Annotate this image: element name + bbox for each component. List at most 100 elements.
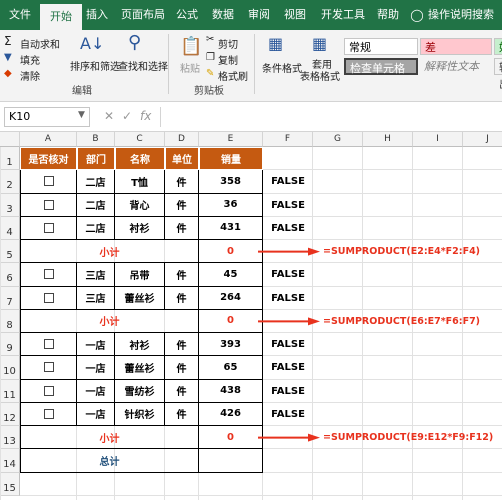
checkbox-cell[interactable]	[20, 286, 77, 310]
column-header[interactable]: J	[463, 132, 502, 147]
flag-cell: FALSE	[271, 199, 305, 211]
table-header-cell: 销量	[199, 147, 263, 171]
style-normal[interactable]: 常规	[344, 38, 418, 55]
chevron-down-icon[interactable]: ▼	[78, 110, 85, 120]
name-cell: 蕾丝衫	[115, 356, 165, 380]
cancel-icon[interactable]: ✕	[104, 109, 114, 123]
column-header[interactable]: H	[363, 132, 413, 147]
row-header[interactable]: 9	[0, 333, 20, 357]
checkbox-cell[interactable]	[20, 193, 77, 217]
flag-cell: FALSE	[271, 269, 305, 281]
qty-cell: 431	[199, 216, 263, 240]
conditional-format-button[interactable]: 条件格式	[262, 60, 302, 75]
tab-insert[interactable]: 插入	[82, 0, 112, 30]
column-header[interactable]: G	[313, 132, 363, 147]
column-header[interactable]: D	[165, 132, 199, 147]
tab-formulas[interactable]: 公式	[172, 0, 202, 30]
row-header[interactable]: 3	[0, 193, 20, 217]
tab-help[interactable]: 帮助	[372, 0, 404, 30]
row-header[interactable]: 1	[0, 147, 20, 171]
dept-cell: 一店	[77, 379, 115, 403]
checkbox[interactable]	[43, 292, 54, 303]
checkbox[interactable]	[43, 408, 54, 419]
style-good[interactable]: 好	[494, 38, 502, 55]
group-clipboard-label: 剪贴板	[194, 86, 224, 97]
style-bad[interactable]: 差	[420, 38, 492, 55]
column-header[interactable]: F	[263, 132, 313, 147]
tab-data[interactable]: 数据	[208, 0, 238, 30]
checkbox-cell[interactable]	[20, 356, 77, 380]
column-header[interactable]: B	[77, 132, 115, 147]
row-header[interactable]: 11	[0, 379, 20, 403]
row-header[interactable]: 15	[0, 472, 20, 496]
column-header[interactable]: E	[199, 132, 263, 147]
row-header[interactable]: 8	[0, 309, 20, 333]
arrow-head	[308, 317, 320, 326]
column-header[interactable]: A	[20, 132, 77, 147]
column-header[interactable]: I	[413, 132, 463, 147]
checkbox-cell[interactable]	[20, 170, 77, 194]
checkbox-cell[interactable]	[20, 216, 77, 240]
tab-view[interactable]: 视图	[280, 0, 310, 30]
checkbox-cell[interactable]	[20, 263, 77, 287]
format-painter-button[interactable]: 格式刷	[218, 68, 248, 83]
checkbox[interactable]	[43, 199, 54, 210]
row-header[interactable]: 2	[0, 170, 20, 194]
checkbox[interactable]	[43, 385, 54, 396]
qty-cell: 65	[199, 356, 263, 380]
row-header[interactable]: 5	[0, 240, 20, 264]
paste-button[interactable]: 粘贴	[180, 60, 200, 75]
row-header[interactable]: 7	[0, 286, 20, 310]
flag-cell: FALSE	[271, 385, 305, 397]
dept-cell: 二店	[77, 193, 115, 217]
name-cell: 雪纺衫	[115, 379, 165, 403]
subtotal-label: 小计	[20, 426, 199, 450]
select-all-corner[interactable]	[0, 132, 20, 147]
tab-developer[interactable]: 开发工具	[316, 0, 370, 30]
autosum-button[interactable]: 自动求和	[20, 36, 60, 51]
unit-cell: 件	[165, 216, 199, 240]
style-output[interactable]: 输出	[494, 58, 502, 91]
tell-me-search[interactable]: 操作说明搜索	[428, 0, 502, 30]
copy-button[interactable]: 复制	[218, 52, 238, 67]
style-explanatory[interactable]: 解释性文本	[420, 58, 492, 75]
cut-button[interactable]: 剪切	[218, 36, 238, 51]
checkbox[interactable]	[43, 222, 54, 233]
find-icon: ⚲	[128, 32, 142, 53]
subtotal-value: 0	[199, 309, 263, 333]
name-cell: 吊带	[115, 263, 165, 287]
row-header[interactable]: 12	[0, 402, 20, 426]
checkbox[interactable]	[43, 339, 54, 350]
function-icon[interactable]: fx	[140, 109, 151, 123]
row-header[interactable]: 10	[0, 356, 20, 380]
fill-button[interactable]: 填充	[20, 52, 40, 67]
table-header-cell: 部门	[77, 147, 115, 171]
clear-button[interactable]: 清除	[20, 68, 40, 83]
flag-cell: FALSE	[271, 222, 305, 234]
table-format-button-line2[interactable]: 表格格式	[300, 68, 340, 83]
name-cell: 蕾丝衫	[115, 286, 165, 310]
tab-page-layout[interactable]: 页面布局	[118, 0, 168, 30]
tab-home[interactable]: 开始	[40, 4, 82, 30]
style-check-cell[interactable]: 检查单元格	[344, 58, 418, 75]
row-header[interactable]: 4	[0, 216, 20, 240]
row-header[interactable]: 14	[0, 449, 20, 473]
checkbox-cell[interactable]	[20, 402, 77, 426]
sort-filter-button[interactable]: 排序和筛选	[70, 58, 120, 73]
tab-file[interactable]: 文件	[4, 0, 36, 30]
formula-input[interactable]	[160, 107, 502, 127]
cut-icon: ✂	[206, 34, 215, 45]
checkbox[interactable]	[43, 362, 54, 373]
dept-cell: 二店	[77, 170, 115, 194]
checkbox[interactable]	[43, 269, 54, 280]
find-select-button[interactable]: 查找和选择	[118, 58, 168, 73]
column-header[interactable]: C	[115, 132, 165, 147]
tab-review[interactable]: 审阅	[244, 0, 274, 30]
row-header[interactable]: 6	[0, 263, 20, 287]
checkbox-cell[interactable]	[20, 333, 77, 357]
checkbox[interactable]	[43, 176, 54, 187]
subtotal-label: 小计	[20, 240, 199, 264]
checkbox-cell[interactable]	[20, 379, 77, 403]
enter-icon[interactable]: ✓	[122, 109, 132, 123]
row-header[interactable]: 13	[0, 426, 20, 450]
